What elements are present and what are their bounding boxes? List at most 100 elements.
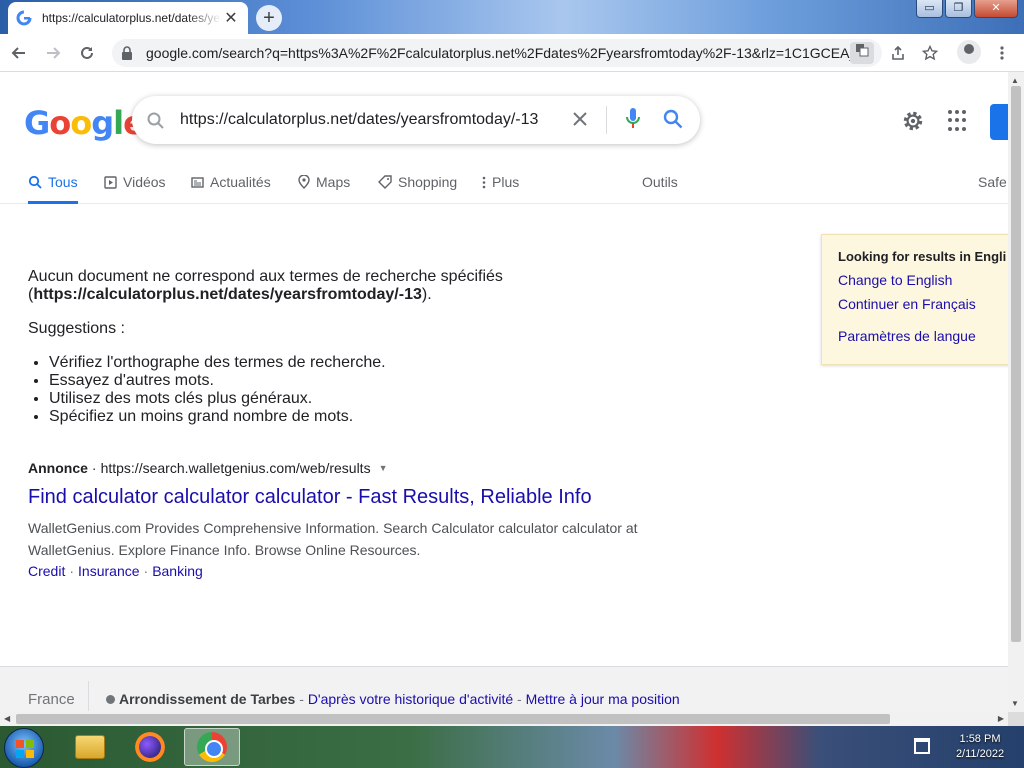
search-icon bbox=[28, 175, 42, 189]
sitelink-insurance[interactable]: Insurance bbox=[78, 563, 139, 579]
scroll-right-arrow-icon[interactable]: ▶ bbox=[998, 714, 1004, 723]
footer-dash: - bbox=[295, 691, 308, 707]
firefox-icon bbox=[135, 732, 165, 762]
ad-title-link[interactable]: Find calculator calculator calculator - … bbox=[28, 486, 638, 509]
browser-tab-strip: https://calculatorplus.net/dates/yearsfr… bbox=[0, 0, 1024, 34]
continue-french-link[interactable]: Continuer en Français bbox=[838, 296, 1004, 312]
back-button[interactable] bbox=[4, 38, 34, 68]
tab-tous[interactable]: Tous bbox=[28, 168, 78, 204]
reload-button[interactable] bbox=[72, 38, 102, 68]
search-submit-icon[interactable] bbox=[653, 109, 693, 132]
sign-in-button[interactable] bbox=[990, 104, 1008, 140]
location-dot-icon bbox=[106, 695, 115, 704]
ad-url[interactable]: https://search.walletgenius.com/web/resu… bbox=[101, 460, 371, 476]
chrome-icon bbox=[197, 732, 227, 762]
more-vert-icon bbox=[482, 176, 486, 188]
ad-menu-caret-icon[interactable]: ▼ bbox=[379, 463, 388, 473]
footer-divider bbox=[88, 681, 89, 711]
arrow-right-icon bbox=[47, 46, 61, 59]
system-clock[interactable]: 1:58 PM 2/11/2022 bbox=[940, 732, 1020, 762]
window-controls: ▭ ❐ ✕ bbox=[916, 0, 1018, 18]
new-tab-button[interactable]: + bbox=[256, 5, 282, 31]
clear-search-icon[interactable] bbox=[560, 107, 600, 133]
scroll-down-arrow-icon[interactable]: ▼ bbox=[1011, 699, 1019, 708]
tab-close-icon[interactable]: ✕ bbox=[222, 8, 240, 28]
apps-grid-icon[interactable] bbox=[948, 110, 970, 132]
map-pin-icon bbox=[298, 175, 310, 189]
change-to-english-link[interactable]: Change to English bbox=[838, 272, 1004, 288]
language-suggestion-box: Looking for results in Engli Change to E… bbox=[821, 234, 1008, 365]
search-box[interactable] bbox=[132, 96, 700, 144]
tab-maps[interactable]: Maps bbox=[298, 168, 350, 204]
forward-button[interactable] bbox=[38, 38, 68, 68]
window-close-button[interactable]: ✕ bbox=[974, 0, 1018, 18]
google-results-page: Google Tous Vidéos Actu bbox=[0, 72, 1008, 712]
tab-label: Tous bbox=[48, 174, 78, 190]
video-icon bbox=[104, 175, 117, 189]
news-icon bbox=[191, 176, 204, 188]
tab-title: https://calculatorplus.net/dates/yearsfr… bbox=[42, 11, 222, 25]
ad-meta: Annonce · https://search.walletgenius.co… bbox=[28, 460, 638, 476]
restore-button[interactable]: ❐ bbox=[945, 0, 972, 18]
menu-dots-icon[interactable] bbox=[990, 41, 1014, 65]
update-location-link[interactable]: Mettre à jour ma position bbox=[526, 691, 680, 707]
ad-separator: · bbox=[91, 460, 97, 476]
search-input[interactable] bbox=[180, 111, 560, 129]
scrollbar-corner bbox=[1008, 712, 1024, 726]
tools-button[interactable]: Outils bbox=[642, 168, 678, 204]
microphone-icon[interactable] bbox=[613, 107, 653, 134]
share-icon[interactable] bbox=[886, 41, 910, 65]
start-button[interactable] bbox=[4, 728, 44, 768]
translate-icon[interactable] bbox=[850, 42, 874, 64]
taskbar-firefox[interactable] bbox=[122, 728, 178, 766]
tab-plus[interactable]: Plus bbox=[482, 168, 519, 204]
language-settings-link[interactable]: Paramètres de langue bbox=[838, 328, 1004, 344]
clock-date: 2/11/2022 bbox=[955, 748, 1005, 760]
address-bar-url[interactable]: google.com/search?q=https%3A%2F%2Fcalcul… bbox=[146, 45, 850, 61]
horizontal-scrollbar[interactable]: ◀ ▶ bbox=[0, 712, 1008, 726]
tab-label: Actualités bbox=[210, 174, 271, 190]
google-logo[interactable]: Google bbox=[24, 104, 145, 142]
bookmark-star-icon[interactable] bbox=[918, 41, 942, 65]
scroll-left-arrow-icon[interactable]: ◀ bbox=[4, 714, 10, 723]
tools-label: Outils bbox=[642, 174, 678, 190]
tab-label: Vidéos bbox=[123, 174, 166, 190]
tab-videos[interactable]: Vidéos bbox=[104, 168, 166, 204]
tab-shopping[interactable]: Shopping bbox=[378, 168, 457, 204]
suggestion-item: Essayez d'autres mots. bbox=[49, 372, 386, 390]
activity-history-link[interactable]: D'après votre historique d'activité bbox=[308, 691, 513, 707]
gear-icon[interactable] bbox=[900, 108, 926, 134]
search-divider bbox=[606, 106, 607, 134]
lock-icon bbox=[122, 46, 132, 60]
footer-location-name: Arrondissement de Tarbes bbox=[119, 691, 296, 707]
search-icon bbox=[147, 112, 164, 129]
suggestions-list: Vérifiez l'orthographe des termes de rec… bbox=[49, 354, 386, 426]
vertical-scrollbar[interactable]: ▲ ▼ bbox=[1008, 72, 1024, 712]
horizontal-scroll-thumb[interactable] bbox=[16, 714, 890, 724]
footer-location: Arrondissement de Tarbes - D'après votre… bbox=[106, 691, 680, 707]
tab-label: Plus bbox=[492, 174, 520, 190]
arrow-left-icon bbox=[11, 46, 25, 59]
network-icon[interactable] bbox=[914, 738, 930, 754]
address-bar[interactable]: google.com/search?q=https%3A%2F%2Fcalcul… bbox=[112, 39, 882, 67]
tab-actualites[interactable]: Actualités bbox=[191, 168, 271, 204]
taskbar-explorer[interactable] bbox=[62, 728, 118, 766]
ad-sitelinks: Credit · Insurance · Banking bbox=[28, 563, 203, 579]
safesearch-button[interactable]: Safe bbox=[978, 168, 1007, 204]
windows-logo-icon bbox=[16, 740, 34, 758]
ad-label: Annonce bbox=[28, 460, 88, 476]
sitelink-banking[interactable]: Banking bbox=[152, 563, 203, 579]
tab-label: Maps bbox=[316, 174, 351, 190]
profile-avatar[interactable] bbox=[957, 40, 981, 64]
scroll-up-arrow-icon[interactable]: ▲ bbox=[1011, 76, 1019, 85]
suggestions-title: Suggestions : bbox=[28, 320, 125, 337]
taskbar-chrome[interactable] bbox=[184, 728, 240, 766]
no-results-close-paren: ). bbox=[421, 286, 432, 303]
sitelink-credit[interactable]: Credit bbox=[28, 563, 65, 579]
minimize-button[interactable]: ▭ bbox=[916, 0, 943, 18]
browser-tab-active[interactable]: https://calculatorplus.net/dates/yearsfr… bbox=[8, 2, 248, 34]
vertical-scroll-thumb[interactable] bbox=[1011, 86, 1021, 642]
logo-letter: l bbox=[113, 104, 124, 142]
logo-letter: o bbox=[49, 104, 71, 142]
no-results-query: https://calculatorplus.net/dates/yearsfr… bbox=[33, 286, 422, 303]
